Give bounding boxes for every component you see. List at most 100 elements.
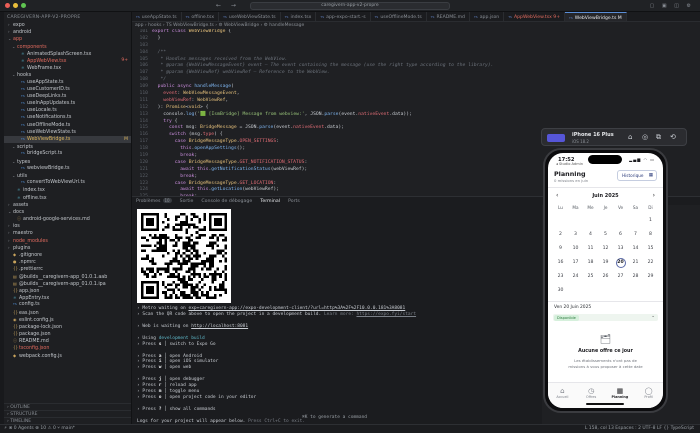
tree-item[interactable]: › ios — [4, 222, 131, 229]
tree-item[interactable]: TS useCustomerID.ts — [4, 86, 131, 93]
tree-item[interactable]: ◆ webpack.config.js — [4, 352, 131, 359]
calendar-day[interactable]: 10 — [568, 244, 583, 254]
tree-item[interactable]: › android — [4, 28, 131, 35]
tree-item[interactable]: › node_modules — [4, 237, 131, 244]
tree-item[interactable]: › assets — [4, 201, 131, 208]
tree-item[interactable]: TS WebViewBridge.ts M — [4, 136, 131, 144]
editor-tab[interactable]: TS index.tsx — [281, 12, 317, 21]
tree-item[interactable]: TS useInAppUpdates.ts — [4, 100, 131, 107]
tree-item[interactable]: ⌄ app — [4, 35, 131, 42]
calendar-day[interactable]: 1 — [643, 216, 658, 226]
calendar-day[interactable]: 2 — [553, 230, 568, 240]
status-left[interactable]: ⚡ ⊗ 0 Agents ⊗ 10 ⚠ 0 ⑂ main* — [4, 425, 75, 433]
multitask-icon[interactable]: ⧉ — [656, 133, 661, 142]
tree-item[interactable]: {}tsconfig.json — [4, 344, 131, 351]
tree-item[interactable]: ⚛ AppEntry.tsx — [4, 294, 131, 301]
tree-item[interactable]: TS useWebViewState.ts — [4, 129, 131, 136]
tree-item[interactable]: ⓘ android-google-services.md — [4, 215, 131, 222]
sidebar-section-header[interactable]: › OUTLINE — [4, 403, 131, 410]
tree-item[interactable]: ⌄ utils — [4, 172, 131, 179]
editor-tab[interactable]: TS app-expo-start.-s — [316, 12, 371, 21]
calendar-day[interactable]: 21 — [628, 258, 643, 268]
rotate-icon[interactable]: ⟲ — [670, 133, 676, 141]
terminal[interactable]: › Metro waiting on exp+caregivern-app://… — [132, 205, 542, 424]
tree-item[interactable]: {}app.json — [4, 287, 131, 294]
tree-item[interactable]: {}eas.json — [4, 309, 131, 316]
calendar-day[interactable]: 22 — [643, 258, 658, 268]
home-icon[interactable]: ⌂ — [628, 133, 632, 141]
editor-tab[interactable]: TS offline.tsx — [182, 12, 220, 21]
tree-item[interactable]: ● .npmrc — [4, 258, 131, 265]
calendar-day[interactable]: 24 — [568, 272, 583, 282]
tree-item[interactable]: TS useLocale.ts — [4, 107, 131, 114]
calendar-day[interactable]: 12 — [598, 244, 613, 254]
tree-item[interactable]: ⚛ WebFrame.tsx — [4, 64, 131, 71]
sidebar-section-header[interactable]: › TIMELINE — [4, 417, 131, 424]
close-window-button[interactable] — [5, 3, 10, 8]
calendar-day[interactable]: 18 — [583, 258, 598, 268]
tree-item[interactable]: TS useNotifications.ts — [4, 114, 131, 121]
tree-item[interactable]: › maestro — [4, 229, 131, 236]
layout-icons[interactable]: ▢ ▣ ◫ ⚙ — [650, 3, 694, 9]
sidebar-section-header[interactable]: › STRUCTURE — [4, 410, 131, 417]
calendar-day[interactable]: 27 — [613, 272, 628, 282]
screenshot-icon[interactable]: ◎ — [642, 133, 648, 141]
calendar-day[interactable]: 23 — [553, 272, 568, 282]
calendar-day[interactable]: 7 — [628, 230, 643, 240]
calendar-day[interactable]: 9 — [553, 244, 568, 254]
tree-item[interactable]: TS convertToWebViewUrl.ts — [4, 179, 131, 186]
editor-tab[interactable]: TS useAppState.ts — [132, 12, 182, 21]
availability-row[interactable]: Disponible ⌄ — [553, 314, 658, 321]
tree-item[interactable]: ▤ @builds__caregivern-app_01.0.1.ipa — [4, 280, 131, 287]
tree-item[interactable]: ⌄ docs — [4, 208, 131, 215]
calendar-day[interactable]: 6 — [613, 230, 628, 240]
profile-tab[interactable]: ◯ Profil — [638, 387, 660, 408]
tree-item[interactable]: TS useAppState.ts — [4, 79, 131, 86]
calendar-day[interactable]: 4 — [583, 230, 598, 240]
maximize-window-button[interactable] — [21, 3, 26, 8]
tree-item[interactable]: {}.prettierrc — [4, 265, 131, 272]
minimize-window-button[interactable] — [13, 3, 18, 8]
calendar-day[interactable]: 11 — [583, 244, 598, 254]
tree-item[interactable]: {}package.json — [4, 330, 131, 337]
calendar-day[interactable]: 19 — [598, 258, 613, 268]
calendar-day[interactable]: 20 — [613, 258, 628, 268]
tree-item[interactable]: ⚛ AnimatedSplashScreen.tsx — [4, 50, 131, 57]
home-tab[interactable]: ⌂ Accueil — [551, 387, 573, 408]
history-button[interactable]: Historique ▦ — [617, 170, 657, 181]
tree-item[interactable]: TS useDeepLinks.ts — [4, 93, 131, 100]
code-editor[interactable]: 101 export class WebViewBridge {102 } 103 1… — [132, 29, 542, 196]
editor-tab[interactable]: TS README.md — [427, 12, 470, 21]
calendar-day[interactable]: 3 — [568, 230, 583, 240]
tree-item[interactable]: ▤ @builds__caregivern-app_01.0.1.aab — [4, 273, 131, 280]
tree-item[interactable]: ◆ .gitignore — [4, 251, 131, 258]
breadcrumb[interactable]: app › hooks › TS WebViewBridge.ts › ⚙ We… — [132, 22, 700, 29]
status-right[interactable]: L 158, col 13 Espaces : 2 UTF-8 LF {} Ty… — [585, 425, 694, 433]
calendar-day[interactable]: 5 — [598, 230, 613, 240]
tree-item[interactable]: TS webviewBridge.ts — [4, 165, 131, 172]
simulator-home-pill[interactable] — [547, 134, 565, 142]
tree-item[interactable]: › plugins — [4, 244, 131, 251]
editor-tab[interactable]: TS WebViewBridge.ts M — [565, 12, 627, 21]
tree-item[interactable]: › expo — [4, 21, 131, 28]
calendar-day[interactable]: 16 — [553, 258, 568, 268]
editor-tab[interactable]: TS app.json — [470, 12, 505, 21]
window-controls[interactable] — [5, 3, 26, 8]
tree-item[interactable]: ⚛ offline.tsx — [4, 194, 131, 201]
tree-item[interactable]: ◉ eslint.config.js — [4, 316, 131, 323]
calendar-day[interactable]: 15 — [643, 244, 658, 254]
tree-item[interactable]: ⌄ types — [4, 158, 131, 165]
editor-tab[interactable]: TS useOfflineMode.ts — [371, 12, 427, 21]
tree-item[interactable]: ⌄ components — [4, 43, 131, 50]
tree-item[interactable]: ⚛ index.tsx — [4, 186, 131, 193]
calendar-day[interactable]: 29 — [643, 272, 658, 282]
nav-arrows-icon[interactable]: ← → — [216, 2, 240, 9]
calendar-day[interactable]: 25 — [583, 272, 598, 282]
tree-item[interactable]: ⓘ README.md — [4, 337, 131, 344]
calendar-day[interactable]: 26 — [598, 272, 613, 282]
tree-item[interactable]: ⚛ AppWebView.tsx 9+ — [4, 57, 131, 64]
tree-item[interactable]: TS config.ts — [4, 301, 131, 308]
calendar-day[interactable]: 30 — [553, 286, 568, 296]
calendar-day[interactable]: 17 — [568, 258, 583, 268]
calendar-day[interactable]: 28 — [628, 272, 643, 282]
